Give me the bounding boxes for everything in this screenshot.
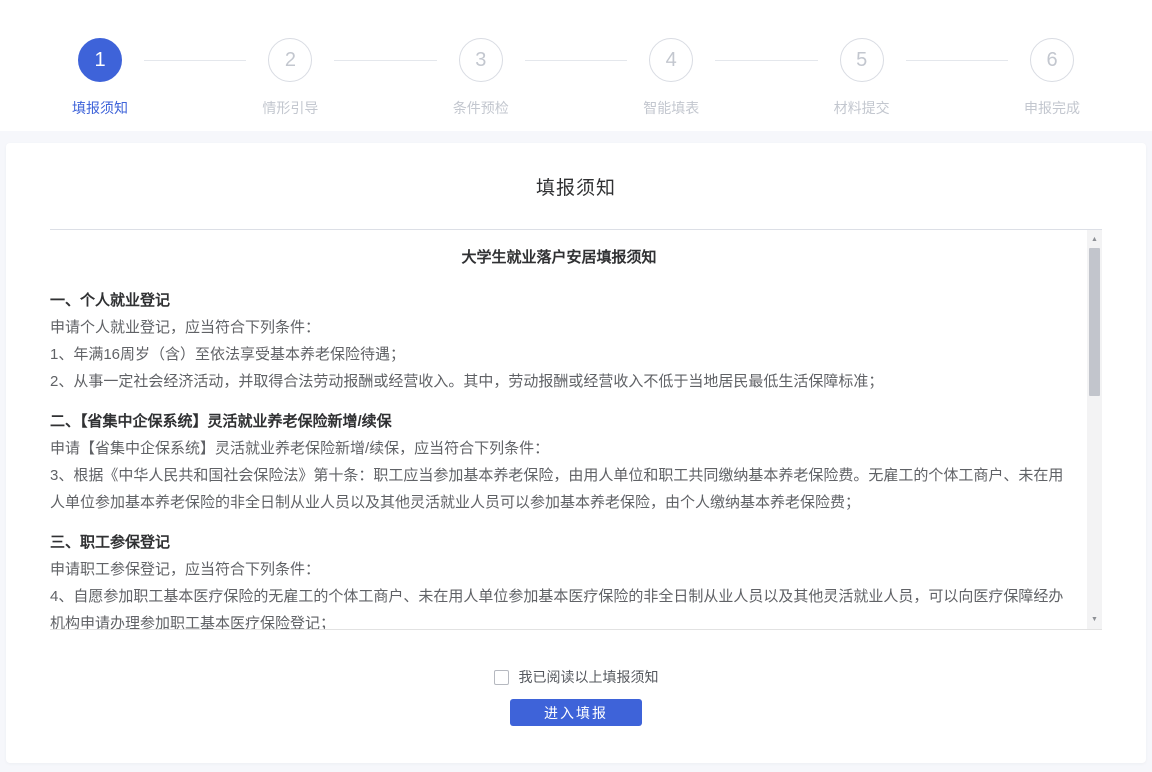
notice-section-3: 三、职工参保登记 申请职工参保登记，应当符合下列条件： 4、自愿参加职工基本医疗…	[50, 529, 1068, 630]
agreement-row: 我已阅读以上填报须知	[6, 667, 1146, 687]
step-connector	[144, 60, 246, 61]
step-number-badge: 3	[459, 38, 503, 82]
notice-heading: 大学生就业落户安居填报须知	[50, 244, 1068, 271]
agree-checkbox[interactable]	[494, 670, 509, 685]
section-line: 1、年满16周岁（含）至依法享受基本养老保险待遇；	[50, 341, 1068, 368]
step-label: 条件预检	[453, 98, 509, 118]
step-connector	[906, 60, 1008, 61]
step-fill-in-notice[interactable]: 1 填报须知	[56, 38, 144, 118]
step-smart-form[interactable]: 4 智能填表	[627, 38, 715, 118]
section-line: 申请个人就业登记，应当符合下列条件：	[50, 314, 1068, 341]
section-line: 申请【省集中企保系统】灵活就业养老保险新增/续保，应当符合下列条件：	[50, 435, 1068, 462]
section-line: 4、自愿参加职工基本医疗保险的无雇工的个体工商户、未在用人单位参加基本医疗保险的…	[50, 583, 1068, 630]
step-declaration-complete[interactable]: 6 申报完成	[1008, 38, 1096, 118]
stepper-header: 1 填报须知 2 情形引导 3 条件预检 4 智能填表 5 材料提交 6 申报完…	[0, 0, 1152, 131]
section-heading: 一、个人就业登记	[50, 287, 1068, 314]
notice-panel: 填报须知 大学生就业落户安居填报须知 一、个人就业登记 申请个人就业登记，应当符…	[6, 143, 1146, 763]
step-condition-precheck[interactable]: 3 条件预检	[437, 38, 525, 118]
step-label: 申报完成	[1024, 98, 1080, 118]
page-title: 填报须知	[6, 143, 1146, 200]
step-number-badge: 2	[268, 38, 312, 82]
scroll-up-arrow-icon[interactable]: ▲	[1087, 232, 1102, 247]
step-connector	[525, 60, 627, 61]
section-line: 2、从事一定社会经济活动，并取得合法劳动报酬或经营收入。其中，劳动报酬或经营收入…	[50, 368, 1068, 395]
section-line: 3、根据《中华人民共和国社会保险法》第十条：职工应当参加基本养老保险，由用人单位…	[50, 462, 1068, 516]
step-number-badge: 6	[1030, 38, 1074, 82]
step-label: 材料提交	[834, 98, 890, 118]
scrollbar-thumb[interactable]	[1089, 248, 1100, 396]
step-connector	[334, 60, 436, 61]
step-label: 填报须知	[72, 98, 128, 118]
step-situation-guide[interactable]: 2 情形引导	[246, 38, 334, 118]
notice-section-1: 一、个人就业登记 申请个人就业登记，应当符合下列条件： 1、年满16周岁（含）至…	[50, 287, 1068, 395]
section-line: 申请职工参保登记，应当符合下列条件：	[50, 556, 1068, 583]
step-label: 情形引导	[262, 98, 318, 118]
notice-section-2: 二、【省集中企保系统】灵活就业养老保险新增/续保 申请【省集中企保系统】灵活就业…	[50, 408, 1068, 516]
step-number-badge: 5	[840, 38, 884, 82]
section-heading: 二、【省集中企保系统】灵活就业养老保险新增/续保	[50, 408, 1068, 435]
notice-content: 大学生就业落户安居填报须知 一、个人就业登记 申请个人就业登记，应当符合下列条件…	[50, 230, 1102, 630]
step-number-badge: 1	[78, 38, 122, 82]
agree-checkbox-label[interactable]: 我已阅读以上填报须知	[519, 667, 659, 687]
progress-stepper: 1 填报须知 2 情形引导 3 条件预检 4 智能填表 5 材料提交 6 申报完…	[56, 38, 1096, 118]
step-connector	[715, 60, 817, 61]
notice-scroll-area[interactable]: 大学生就业落户安居填报须知 一、个人就业登记 申请个人就业登记，应当符合下列条件…	[50, 229, 1102, 630]
vertical-scrollbar[interactable]: ▲ ▼	[1087, 230, 1102, 629]
step-label: 智能填表	[643, 98, 699, 118]
step-number-badge: 4	[649, 38, 693, 82]
step-material-submit[interactable]: 5 材料提交	[818, 38, 906, 118]
scroll-down-arrow-icon[interactable]: ▼	[1087, 612, 1102, 627]
section-heading: 三、职工参保登记	[50, 529, 1068, 556]
enter-filling-button[interactable]: 进入填报	[510, 699, 642, 726]
